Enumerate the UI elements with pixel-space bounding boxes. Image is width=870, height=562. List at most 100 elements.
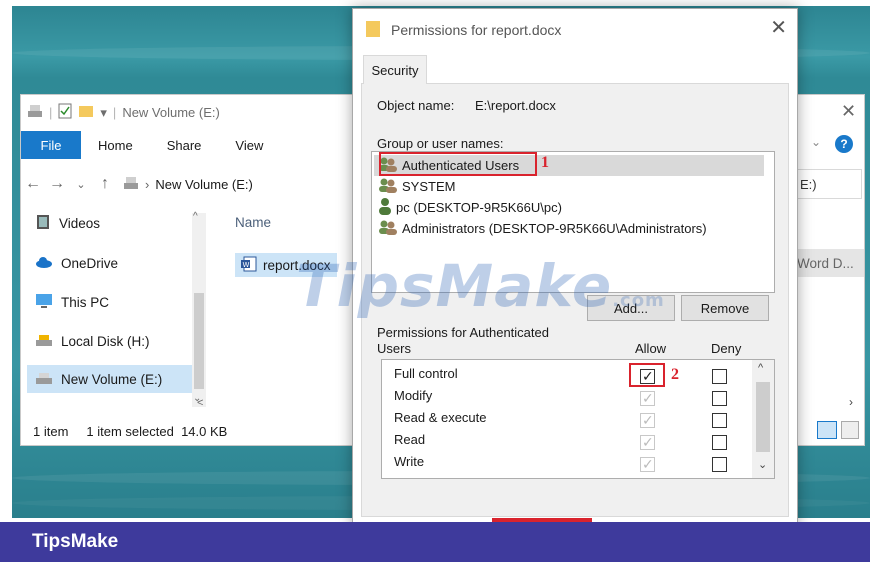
chevron-down-icon[interactable]: ▾ <box>100 105 107 121</box>
large-icons-view-icon[interactable] <box>841 421 859 439</box>
group-names-label: Group or user names: <box>377 136 504 151</box>
user-row-system[interactable]: SYSTEM <box>378 176 455 197</box>
brand-bar: TipsMake <box>0 522 870 562</box>
watermark-suffix: .com <box>612 290 665 311</box>
object-name-label: Object name: <box>377 98 455 113</box>
allow-checkbox-read: ✓ <box>640 434 655 450</box>
forward-arrow-icon[interactable]: → <box>45 175 69 193</box>
breadcrumb-separator-icon: › <box>145 176 150 192</box>
nav-item-this-pc[interactable]: This PC <box>35 288 109 316</box>
user-name: Administrators (DESKTOP-9R5K66U\Administ… <box>402 221 707 236</box>
allow-checkbox-write: ✓ <box>640 456 655 472</box>
tab-share[interactable]: Share <box>150 131 219 159</box>
brand-name: TipsMake <box>32 531 119 552</box>
scroll-up-icon[interactable]: ^ <box>758 362 763 374</box>
address-tail-text: E:) <box>800 176 817 192</box>
address-bar-tail[interactable]: E:) <box>796 169 862 199</box>
permission-name: Read <box>394 432 426 447</box>
permission-row-write: Write ✓ <box>382 454 752 476</box>
scrollbar-thumb[interactable] <box>756 382 770 452</box>
user-name: SYSTEM <box>402 179 456 194</box>
permission-name: Write <box>394 454 425 469</box>
details-view-icon[interactable] <box>817 421 837 439</box>
nav-item-label: New Volume (E:) <box>61 371 163 387</box>
up-arrow-icon[interactable]: ↑ <box>93 175 117 193</box>
drive-icon <box>35 371 53 388</box>
scroll-left-icon[interactable]: < <box>197 397 203 409</box>
checkmark-icon: ✓ <box>642 412 654 428</box>
permissions-list: Full control ✓ Modify ✓ Read & execute ✓… <box>381 359 775 479</box>
folder-icon[interactable] <box>78 104 94 121</box>
word-document-icon: W <box>241 256 257 275</box>
help-icon[interactable]: ? <box>835 135 853 153</box>
deny-column-header: Deny <box>711 341 742 356</box>
checkmark-icon: ✓ <box>642 434 654 450</box>
user-row-administrators[interactable]: Administrators (DESKTOP-9R5K66U\Administ… <box>378 218 707 239</box>
nav-item-videos[interactable]: Videos <box>35 209 100 237</box>
permissions-label-line2: Users <box>377 341 411 356</box>
tab-home[interactable]: Home <box>81 131 150 159</box>
nav-item-local-disk-h[interactable]: Local Disk (H:) <box>35 327 150 355</box>
scrollbar-thumb[interactable] <box>194 293 204 389</box>
address-bar[interactable]: › New Volume (E:) <box>123 170 253 198</box>
column-header-name[interactable]: Name <box>235 215 271 230</box>
nav-item-label: OneDrive <box>61 255 119 271</box>
recent-chevron-icon[interactable]: ⌄ <box>69 178 93 191</box>
nav-item-label: Local Disk (H:) <box>61 333 150 349</box>
tab-view[interactable]: View <box>218 131 280 159</box>
annotation-marker-1: 1 <box>541 154 549 171</box>
deny-checkbox-write[interactable] <box>712 457 727 472</box>
deny-checkbox-modify[interactable] <box>712 391 727 406</box>
user-name: pc (DESKTOP-9R5K66U\pc) <box>396 200 562 215</box>
deny-checkbox-read[interactable] <box>712 435 727 450</box>
permission-row-modify: Modify ✓ <box>382 388 752 410</box>
ribbon-expand-icon[interactable]: ⌄ <box>811 135 821 149</box>
file-type-cell: Word D... <box>789 249 864 277</box>
permissions-scrollbar[interactable]: ^ ⌄ <box>752 360 774 478</box>
scroll-up-icon[interactable]: ^ <box>193 211 198 222</box>
folder-icon <box>365 20 381 41</box>
window-title: New Volume (E:) <box>122 105 220 120</box>
navigation-pane: Videos OneDrive This PC Local Disk (H:) … <box>21 205 211 415</box>
permission-row-read: Read ✓ <box>382 432 752 454</box>
status-selection: 1 item selected 14.0 KB <box>86 423 228 439</box>
nav-item-new-volume-e[interactable]: New Volume (E:) <box>27 365 203 393</box>
nav-item-onedrive[interactable]: OneDrive <box>35 249 118 277</box>
permission-name: Full control <box>394 366 458 381</box>
watermark-text: TipsMake <box>296 252 613 320</box>
watermark: TipsMake.com <box>296 252 665 320</box>
dialog-title-bar: Permissions for report.docx <box>365 17 561 43</box>
permission-row-full-control: Full control ✓ <box>382 366 752 388</box>
properties-icon[interactable] <box>58 103 72 122</box>
highlight-box-1 <box>379 152 537 176</box>
tab-file[interactable]: File <box>21 131 81 159</box>
allow-column-header: Allow <box>635 341 667 356</box>
allow-checkbox-read-execute: ✓ <box>640 412 655 428</box>
drive-icon[interactable] <box>27 104 43 121</box>
tab-security[interactable]: Security <box>363 55 427 84</box>
cloud-icon <box>35 256 53 271</box>
permission-name: Modify <box>394 388 433 403</box>
scroll-right-icon[interactable]: › <box>849 395 853 409</box>
user-icon <box>378 197 392 218</box>
user-row-pc[interactable]: pc (DESKTOP-9R5K66U\pc) <box>378 197 562 218</box>
scroll-down-icon[interactable]: ⌄ <box>758 458 767 471</box>
address-text: New Volume (E:) <box>155 176 253 192</box>
close-icon[interactable]: ✕ <box>770 15 787 40</box>
highlight-box-2 <box>629 363 665 387</box>
back-arrow-icon[interactable]: ← <box>21 175 45 193</box>
annotation-marker-2: 2 <box>671 366 679 383</box>
allow-checkbox-modify: ✓ <box>640 390 655 406</box>
video-icon <box>35 214 51 233</box>
object-name-value: E:\report.docx <box>475 98 556 113</box>
permissions-label-line1: Permissions for Authenticated <box>377 325 549 340</box>
deny-checkbox-read-execute[interactable] <box>712 413 727 428</box>
users-group-icon <box>378 177 398 196</box>
drive-icon <box>123 176 139 193</box>
drive-icon <box>35 333 53 350</box>
close-icon[interactable]: ✕ <box>841 101 856 122</box>
remove-button[interactable]: Remove <box>681 295 769 321</box>
permission-name: Read & execute <box>394 410 487 425</box>
deny-checkbox-full-control[interactable] <box>712 369 727 384</box>
nav-pane-scrollbar[interactable]: ^ ⌄ <box>192 211 206 407</box>
